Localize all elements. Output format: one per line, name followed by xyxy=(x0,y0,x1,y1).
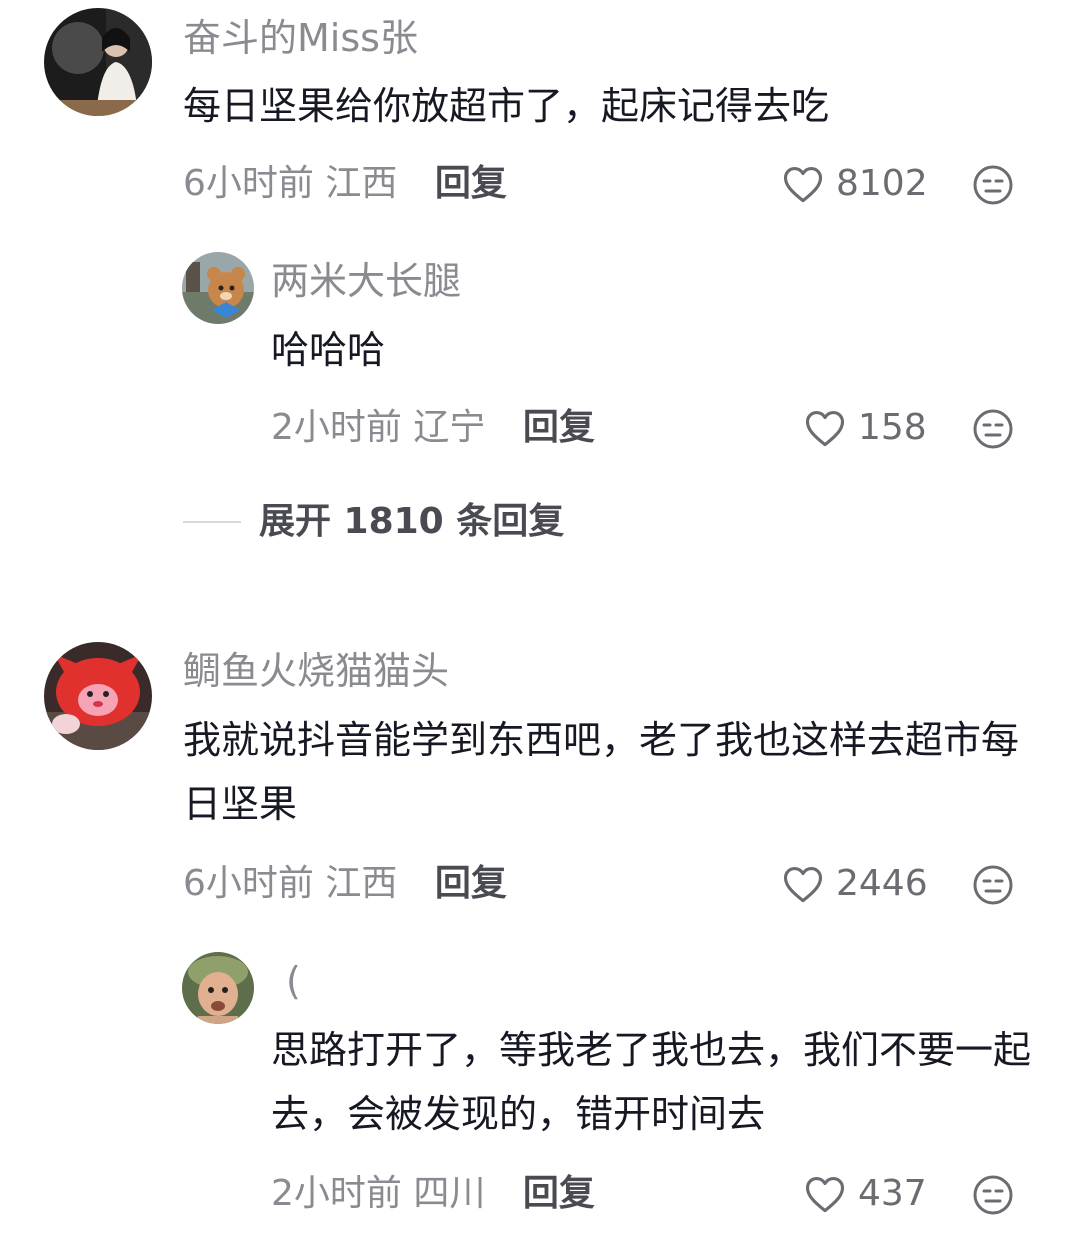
meh-face-icon xyxy=(973,865,1013,905)
like-count: 8102 xyxy=(836,163,928,204)
heart-outline-icon xyxy=(805,1177,845,1213)
avatar[interactable] xyxy=(44,8,152,116)
avatar[interactable] xyxy=(182,252,254,324)
timestamp: 6小时前 xyxy=(183,163,314,204)
heart-outline-icon xyxy=(783,867,823,903)
timestamp: 6小时前 xyxy=(183,863,314,904)
comment-text: 我就说抖音能学到东西吧，老了我也这样去超市每日坚果 xyxy=(183,718,1020,826)
location: 江西 xyxy=(325,863,398,904)
timestamp: 2小时前 xyxy=(271,1173,402,1214)
like-button[interactable]: 437 xyxy=(804,1174,927,1214)
comment-meta: 2小时前 四川 回复 xyxy=(271,1176,595,1212)
comment-meta: 6小时前 江西 回复 xyxy=(183,866,507,902)
reply-button[interactable]: 回复 xyxy=(435,863,507,904)
heart-outline-icon xyxy=(783,167,823,203)
meh-face-icon xyxy=(973,165,1013,205)
comment-text: 哈哈哈 xyxy=(271,328,386,372)
location: 辽宁 xyxy=(413,407,486,448)
like-button[interactable]: 2446 xyxy=(782,864,928,904)
comment-meta: 2小时前 辽宁 回复 xyxy=(271,410,595,446)
like-count: 158 xyxy=(858,407,927,448)
like-button[interactable]: 158 xyxy=(804,408,927,448)
divider-line xyxy=(183,521,241,523)
meh-face-icon xyxy=(973,1175,1013,1215)
avatar[interactable] xyxy=(182,952,254,1024)
reply-button[interactable]: 回复 xyxy=(523,407,595,448)
comment-meta: 6小时前 江西 回复 xyxy=(183,166,507,202)
reply-button[interactable]: 回复 xyxy=(435,163,507,204)
dislike-button[interactable] xyxy=(972,164,1014,210)
meh-face-icon xyxy=(973,409,1013,449)
avatar[interactable] xyxy=(44,642,152,750)
reply-button[interactable]: 回复 xyxy=(523,1173,595,1214)
like-count: 437 xyxy=(858,1173,927,1214)
like-button[interactable]: 8102 xyxy=(782,164,928,204)
location: 江西 xyxy=(325,163,398,204)
username[interactable]: ( xyxy=(286,962,301,1000)
username[interactable]: 两米大长腿 xyxy=(271,262,461,300)
like-count: 2446 xyxy=(836,863,928,904)
heart-outline-icon xyxy=(805,411,845,447)
dislike-button[interactable] xyxy=(972,408,1014,454)
timestamp: 2小时前 xyxy=(271,407,402,448)
comment-text: 思路打开了，等我老了我也去，我们不要一起去，会被发现的，错开时间去 xyxy=(271,1028,1032,1136)
dislike-button[interactable] xyxy=(972,1174,1014,1220)
location: 四川 xyxy=(413,1173,486,1214)
username[interactable]: 奋斗的Miss张 xyxy=(183,19,418,57)
comment-text: 每日坚果给你放超市了，起床记得去吃 xyxy=(183,84,830,128)
expand-replies-label: 展开 1810 条回复 xyxy=(259,501,565,542)
dislike-button[interactable] xyxy=(972,864,1014,910)
expand-replies-button[interactable]: 展开 1810 条回复 xyxy=(183,504,564,540)
username[interactable]: 鲷鱼火烧猫猫头 xyxy=(183,652,449,690)
